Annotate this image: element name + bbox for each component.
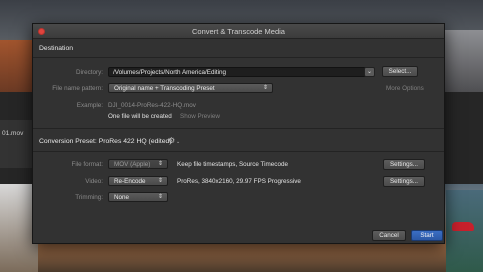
more-options-link[interactable]: More Options xyxy=(386,85,424,92)
video-mode-select[interactable]: Re-Encode ⇕ xyxy=(108,176,168,186)
directory-field[interactable]: /Volumes/Projects/North America/Editing xyxy=(108,67,373,77)
file-format-label: File format: xyxy=(71,161,104,168)
divider xyxy=(33,57,444,58)
background-car xyxy=(452,222,474,231)
files-created-text: One file will be created xyxy=(108,113,172,120)
chevron-down-icon[interactable]: ⌄ xyxy=(364,67,375,77)
dialog-titlebar: Convert & Transcode Media xyxy=(33,24,444,39)
background-thumbnail xyxy=(446,190,483,272)
background-thumbnail xyxy=(440,30,483,92)
file-format-select[interactable]: MOV (Apple) ⇕ xyxy=(108,159,168,169)
updown-arrows-icon: ⇕ xyxy=(157,161,163,167)
cancel-button[interactable]: Cancel xyxy=(372,230,406,241)
background-filename: 01.mov xyxy=(2,130,24,137)
trimming-label: Trimming: xyxy=(75,194,103,201)
convert-dialog: Convert & Transcode Media Destination Di… xyxy=(32,23,445,244)
destination-header: Destination xyxy=(39,45,74,52)
file-name-pattern-label: File name pattern: xyxy=(52,85,103,92)
video-label: Video: xyxy=(85,178,103,185)
dialog-title: Convert & Transcode Media xyxy=(192,27,285,36)
video-settings-button[interactable]: Settings... xyxy=(383,176,425,187)
divider xyxy=(33,128,444,129)
file-format-value: MOV (Apple) xyxy=(114,161,151,168)
video-mode-value: Re-Encode xyxy=(114,178,146,185)
start-button[interactable]: Start xyxy=(411,230,443,241)
directory-label: Directory: xyxy=(76,69,103,76)
file-name-pattern-value: Original name + Transcoding Preset xyxy=(114,85,215,92)
gear-icon[interactable]: ⚙ xyxy=(168,137,176,145)
updown-arrows-icon: ⇕ xyxy=(157,178,163,184)
updown-arrows-icon: ⇕ xyxy=(262,85,268,91)
chevron-down-icon[interactable]: ⌄ xyxy=(176,138,184,146)
file-format-description: Keep file timestamps, Source Timecode xyxy=(177,161,288,168)
show-preview-link[interactable]: Show Preview xyxy=(180,113,220,120)
file-name-pattern-select[interactable]: Original name + Transcoding Preset ⇕ xyxy=(108,83,273,93)
conversion-preset-header: Conversion Preset: ProRes 422 HQ (edited… xyxy=(39,138,172,145)
trimming-value: None xyxy=(114,194,130,201)
divider xyxy=(33,151,444,152)
video-description: ProRes, 3840x2160, 29.97 FPS Progressive xyxy=(177,178,301,185)
example-label: Example: xyxy=(76,102,103,109)
file-format-settings-button[interactable]: Settings... xyxy=(383,159,425,170)
updown-arrows-icon: ⇕ xyxy=(157,194,163,200)
trimming-select[interactable]: None ⇕ xyxy=(108,192,168,202)
select-directory-button[interactable]: Select... xyxy=(382,66,418,77)
example-filename: DJI_0014-ProRes-422-HQ.mov xyxy=(108,102,196,109)
